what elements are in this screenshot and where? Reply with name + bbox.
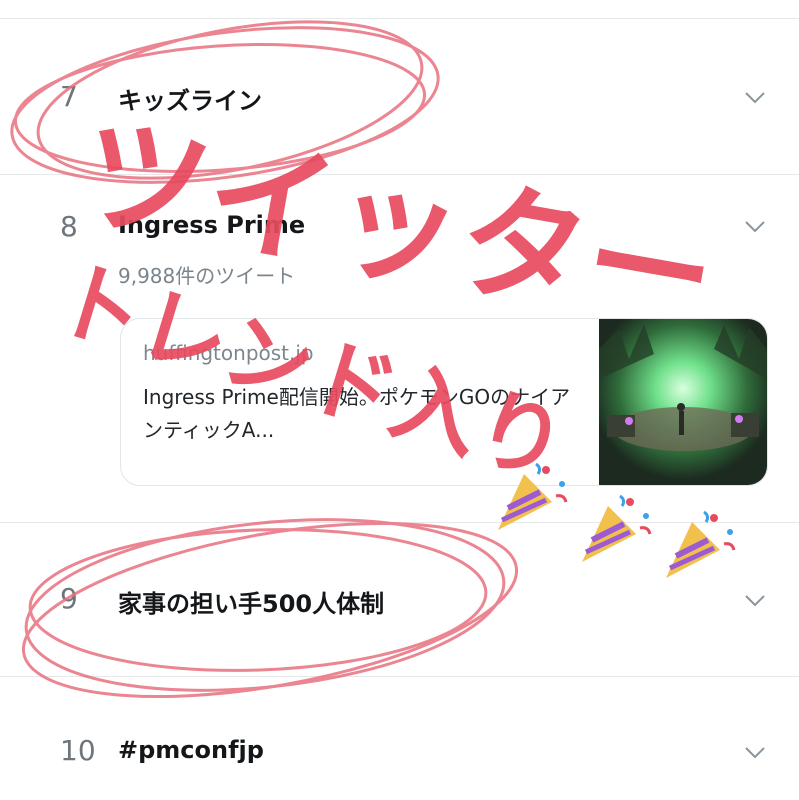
chevron-down-icon[interactable] [744,220,766,234]
trend-rank: 9 [60,582,78,615]
link-preview-card[interactable]: huffingtonpost.jp Ingress Prime配信開始。ポケモン… [120,318,768,486]
trend-rank: 10 [60,734,96,767]
trend-topic[interactable]: #pmconfjp [118,736,264,764]
chevron-down-icon[interactable] [744,594,766,608]
party-popper-icon [666,510,736,578]
card-thumbnail [599,319,767,485]
trend-row-10[interactable]: 10 #pmconfjp [0,676,799,800]
chevron-down-icon[interactable] [744,91,766,105]
tweet-count: 9,988件のツイート [118,264,296,288]
party-popper-icon [498,462,568,530]
trend-topic[interactable]: Ingress Prime [118,211,305,239]
party-popper-icon [582,494,652,562]
trend-rank: 7 [60,80,78,113]
trend-row-7[interactable]: 7 キッズライン [0,18,799,174]
trend-rank: 8 [60,210,78,243]
trend-topic[interactable]: キッズライン [118,81,262,116]
trend-topic[interactable]: 家事の担い手500人体制 [118,584,384,619]
chevron-down-icon[interactable] [744,746,766,760]
card-domain: huffingtonpost.jp [143,341,314,365]
card-title: Ingress Prime配信開始。ポケモンGOのナイアンティックA... [143,385,571,442]
